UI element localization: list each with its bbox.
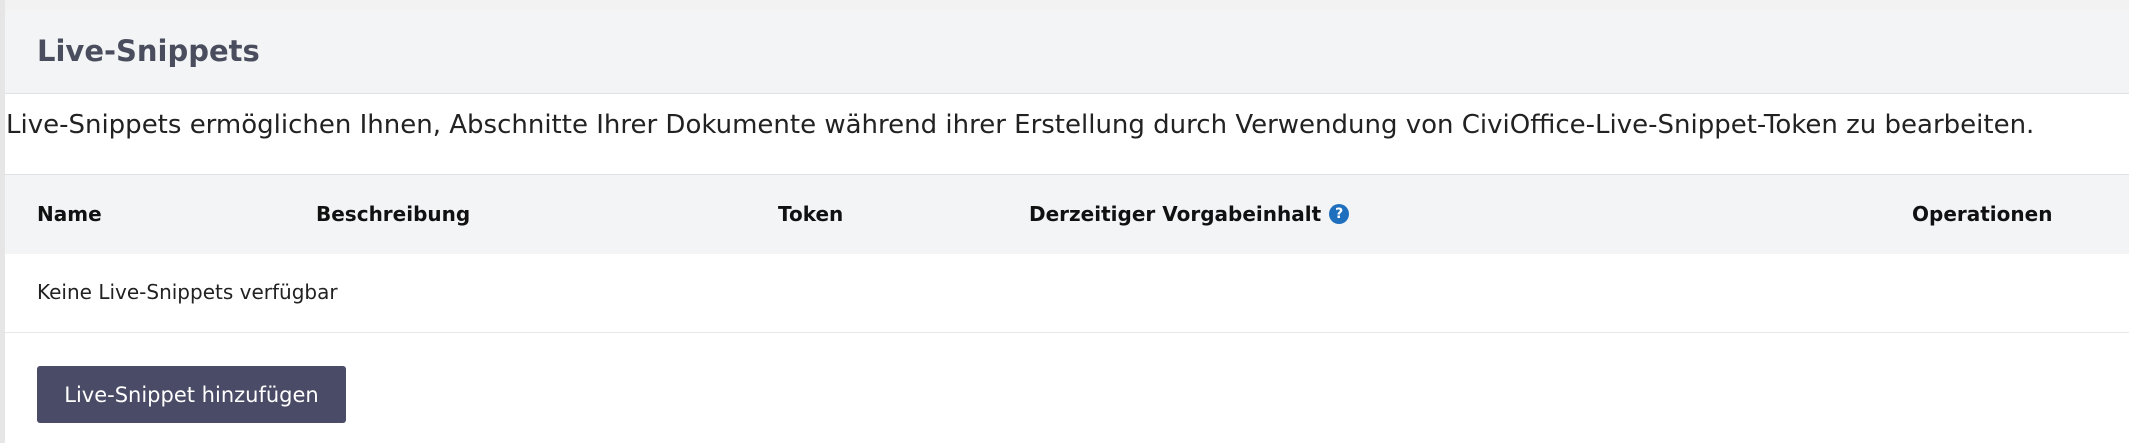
column-header-default-content-label: Derzeitiger Vorgabeinhalt	[1029, 202, 1322, 226]
add-live-snippet-button[interactable]: Live-Snippet hinzufügen	[37, 366, 346, 423]
column-header-description: Beschreibung	[316, 202, 470, 226]
page-title: Live-Snippets	[37, 34, 260, 68]
table-header-row: Name Beschreibung Token Derzeitiger Vorg…	[5, 174, 2129, 254]
top-edge	[0, 0, 2129, 10]
column-header-operations-label: Operationen	[1912, 202, 2053, 226]
page-description: Live-Snippets ermöglichen Ihnen, Abschni…	[6, 110, 2035, 140]
table-row-empty: Keine Live-Snippets verfügbar	[5, 254, 2129, 333]
column-header-name: Name	[37, 202, 102, 226]
column-header-name-label: Name	[37, 202, 102, 226]
empty-message: Keine Live-Snippets verfügbar	[37, 280, 338, 304]
column-header-description-label: Beschreibung	[316, 202, 471, 226]
help-icon[interactable]: ?	[1329, 204, 1350, 224]
column-header-default-content: Derzeitiger Vorgabeinhalt ?	[1029, 202, 1350, 226]
column-header-token-label: Token	[778, 202, 844, 226]
panel-header: Live-Snippets	[5, 10, 2129, 94]
column-header-token: Token	[778, 202, 843, 226]
column-header-operations: Operationen	[1912, 202, 2052, 226]
live-snippets-page: Live-Snippets Live-Snippets ermöglichen …	[0, 0, 2129, 443]
